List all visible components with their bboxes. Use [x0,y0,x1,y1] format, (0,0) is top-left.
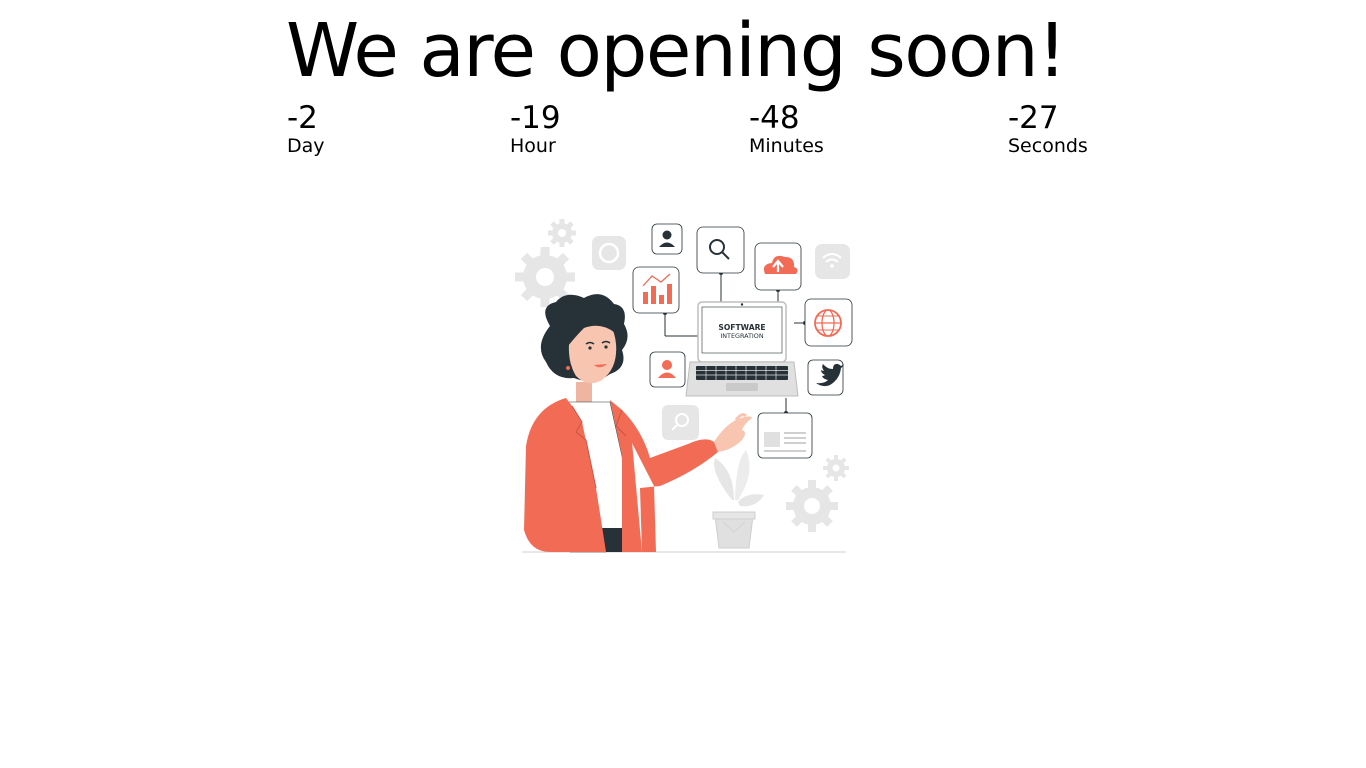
software-integration-illustration: SOFTWARE INTEGRATION [510,210,860,560]
plant-icon [712,450,764,549]
user-icon [649,351,686,388]
document-icon [757,412,813,459]
countdown-seconds-label: Seconds [1008,135,1088,157]
countdown-minutes-label: Minutes [749,135,824,157]
countdown-hours-label: Hour [510,135,556,157]
cloud-upload-icon [754,242,802,291]
user-icon [651,223,683,255]
search-icon [696,226,745,274]
gear-icon [548,219,576,247]
countdown-days: -2 Day [287,100,325,157]
globe-icon [804,298,853,347]
countdown-days-value: -2 [287,100,318,136]
countdown-hours-value: -19 [510,100,561,136]
countdown-timer: -2 Day -19 Hour -48 Minutes -27 Seconds [0,100,1366,164]
gear-icon [823,455,849,481]
gear-icon [786,480,838,532]
laptop-icon: SOFTWARE INTEGRATION [685,301,799,397]
countdown-days-label: Day [287,135,325,157]
countdown-hours: -19 Hour [510,100,561,157]
search-icon [662,405,699,440]
whatsapp-icon [592,236,626,270]
countdown-seconds: -27 Seconds [1008,100,1088,157]
countdown-minutes-value: -48 [749,100,800,136]
countdown-minutes: -48 Minutes [749,100,824,157]
analytics-chart-icon [632,266,680,314]
laptop-screen-subtitle: INTEGRATION [720,332,763,340]
countdown-seconds-value: -27 [1008,100,1059,136]
wifi-icon [815,244,850,279]
coming-soon-page: We are opening soon! -2 Day -19 Hour -48… [0,0,1366,768]
twitter-icon [807,359,844,396]
laptop-screen-title: SOFTWARE [718,323,765,332]
page-title: We are opening soon! [286,8,1067,94]
